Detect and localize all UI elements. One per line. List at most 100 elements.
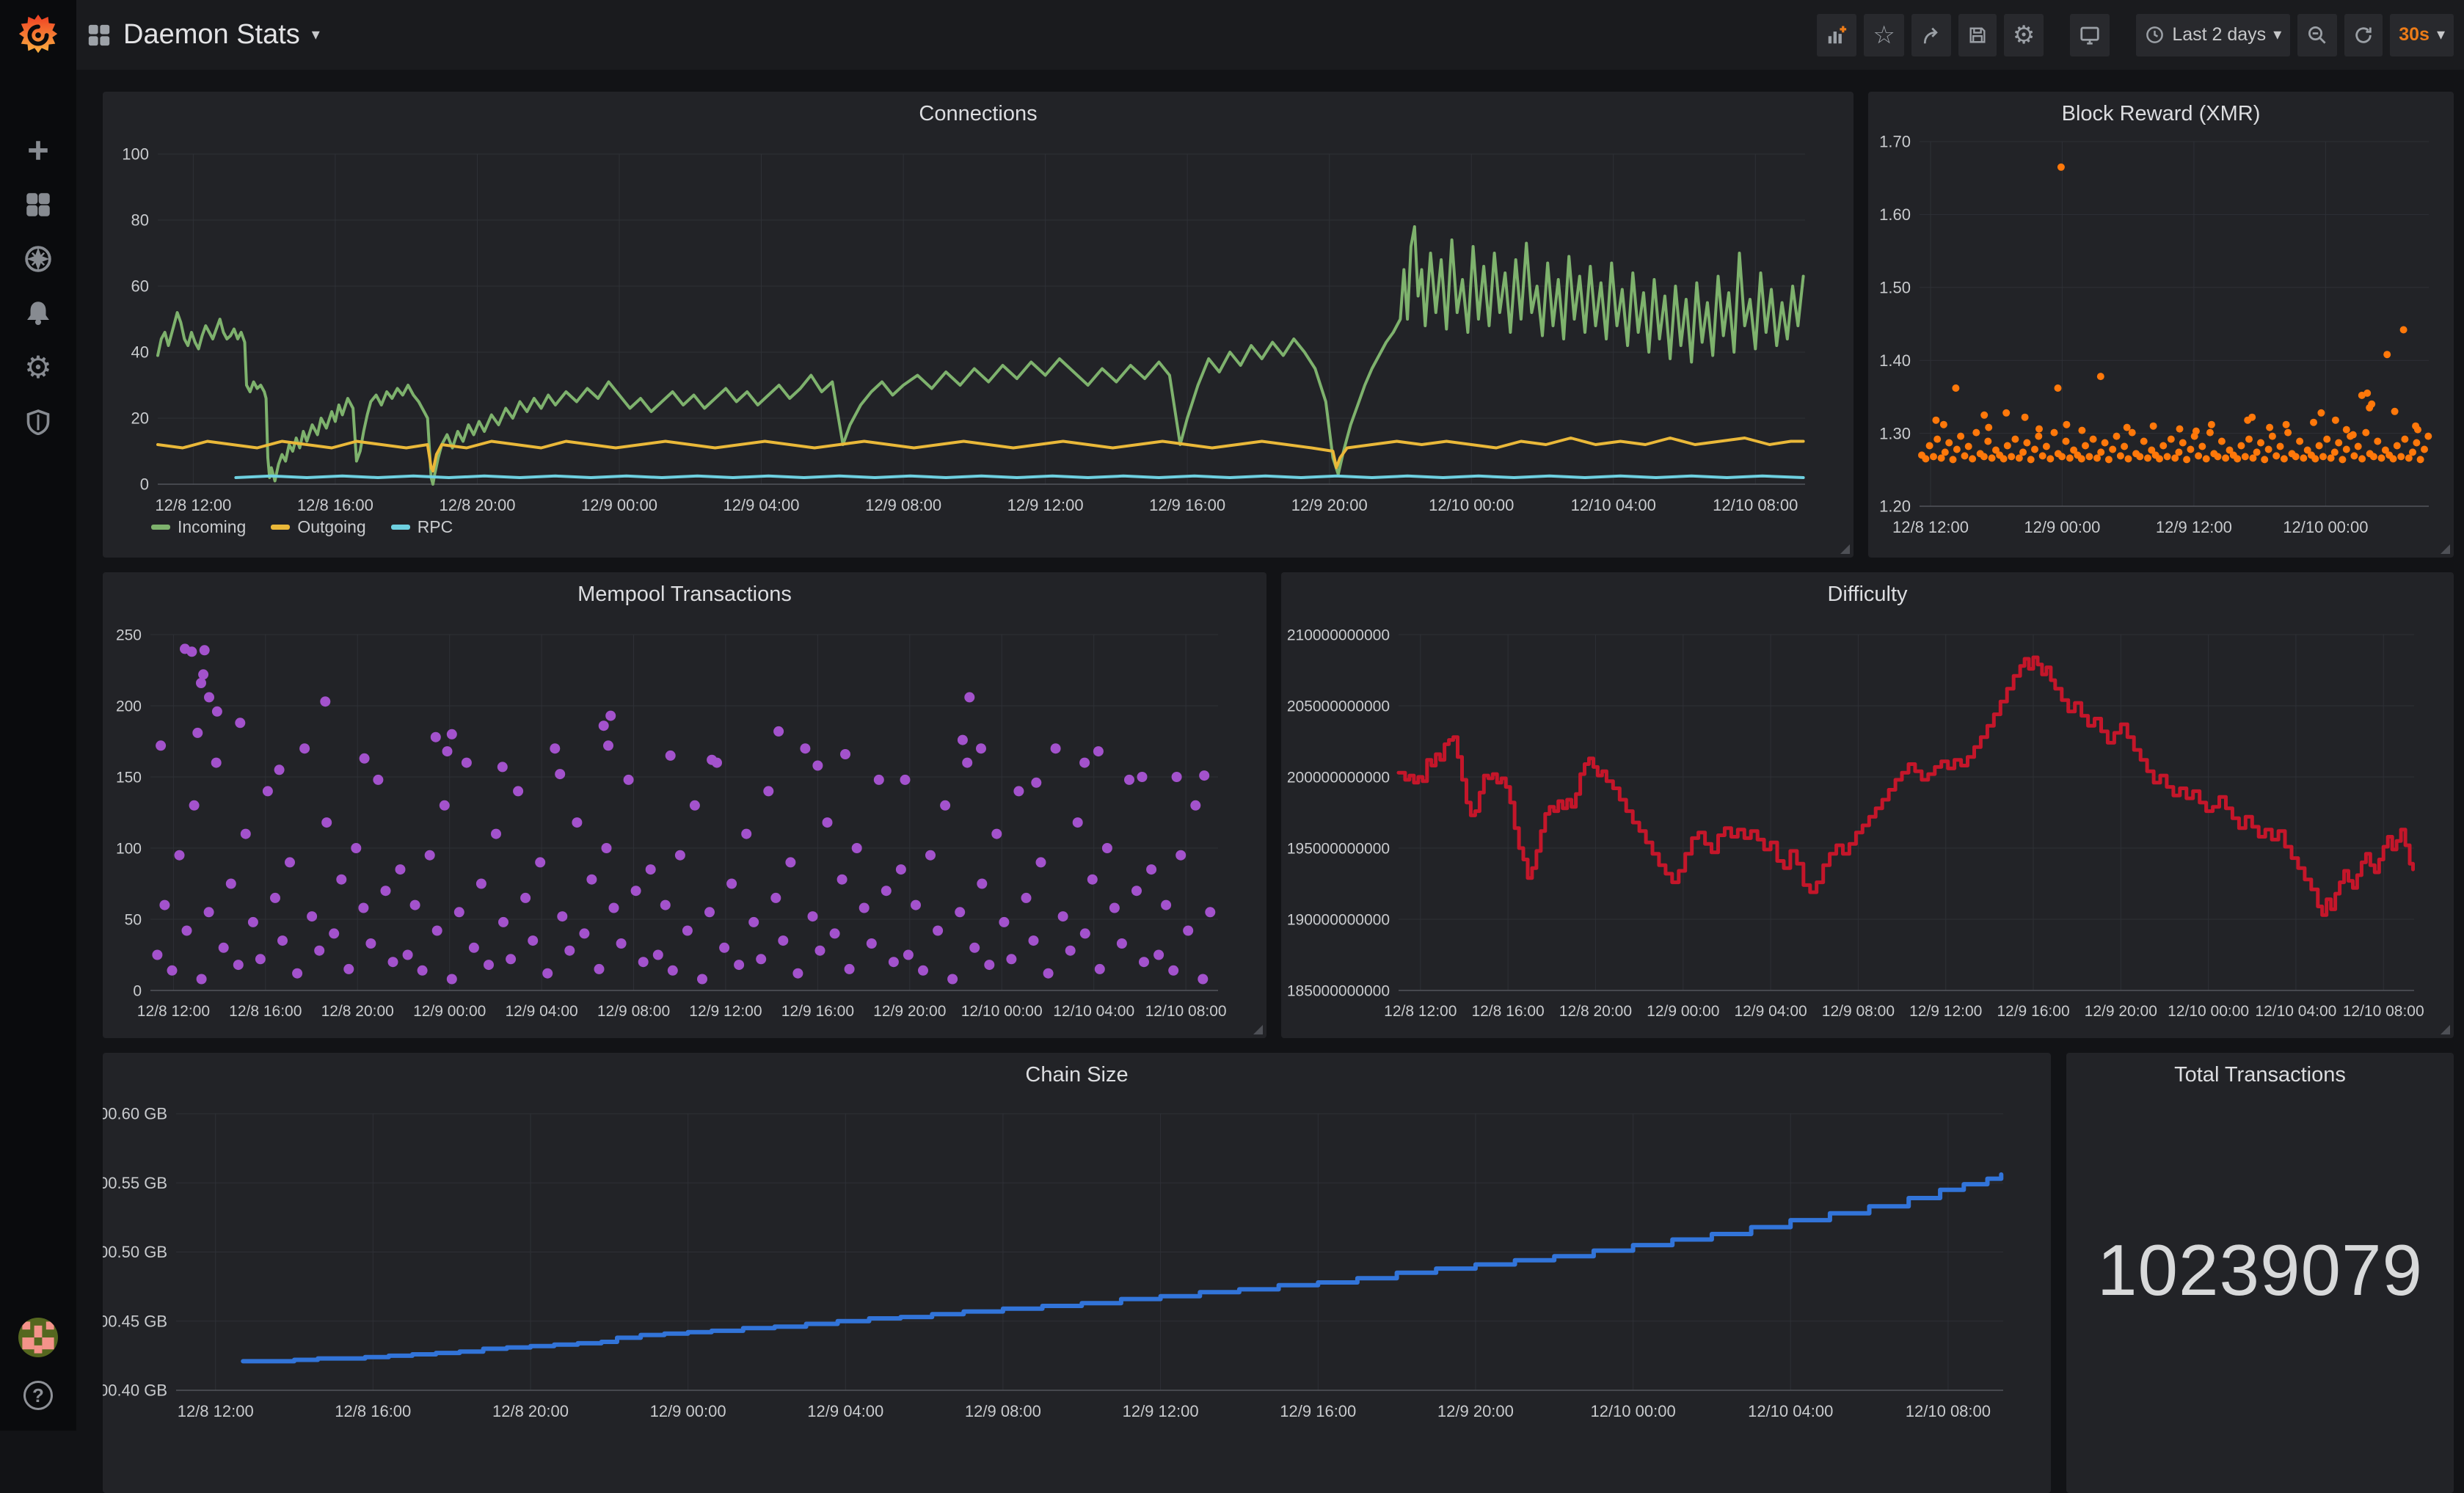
svg-text:100: 100 xyxy=(116,840,142,857)
gridlines xyxy=(150,635,1218,990)
panel-title[interactable]: Block Reward (XMR) xyxy=(1868,102,2454,126)
svg-text:0: 0 xyxy=(133,982,142,999)
svg-text:12/10 00:00: 12/10 00:00 xyxy=(2283,518,2368,536)
graph-legend: Incoming Outgoing RPC xyxy=(151,517,453,537)
svg-text:12/9 08:00: 12/9 08:00 xyxy=(597,1003,670,1020)
series-incoming xyxy=(158,227,1804,484)
toolbar: ☆ ⚙ Last 2 days ▾ xyxy=(1817,14,2454,56)
legend-item-rpc[interactable]: RPC xyxy=(391,517,453,537)
time-range-picker[interactable]: Last 2 days ▾ xyxy=(2136,14,2290,56)
settings-gear-icon: ⚙ xyxy=(2013,23,2035,48)
svg-text:12/10 00:00: 12/10 00:00 xyxy=(961,1003,1043,1020)
axis-tick-labels: 12/8 12:0012/8 16:0012/8 20:0012/9 00:00… xyxy=(122,145,1798,514)
svg-text:12/8 20:00: 12/8 20:00 xyxy=(321,1003,394,1020)
svg-text:12/9 12:00: 12/9 12:00 xyxy=(689,1003,762,1020)
sidebar-item-server-admin[interactable] xyxy=(0,395,76,449)
share-dashboard-button[interactable] xyxy=(1911,14,1951,56)
user-avatar[interactable] xyxy=(18,1318,58,1357)
svg-text:12/10 00:00: 12/10 00:00 xyxy=(1590,1402,1675,1420)
svg-text:12/9 00:00: 12/9 00:00 xyxy=(1647,1003,1719,1020)
sidebar-item-create[interactable] xyxy=(0,123,76,178)
svg-text:12/9 16:00: 12/9 16:00 xyxy=(1280,1402,1356,1420)
add-panel-button[interactable] xyxy=(1817,14,1856,56)
svg-text:12/8 12:00: 12/8 12:00 xyxy=(155,496,231,514)
save-icon xyxy=(1967,25,1988,45)
svg-text:12/10 04:00: 12/10 04:00 xyxy=(1571,496,1656,514)
svg-text:250: 250 xyxy=(116,627,142,643)
svg-text:12/9 04:00: 12/9 04:00 xyxy=(807,1402,883,1420)
dashboard-title-button[interactable]: Daemon Stats ▾ xyxy=(87,19,320,51)
svg-text:12/9 12:00: 12/9 12:00 xyxy=(1007,496,1084,514)
svg-text:100: 100 xyxy=(122,145,149,164)
svg-text:12/9 20:00: 12/9 20:00 xyxy=(1437,1402,1514,1420)
chevron-down-icon: ▾ xyxy=(2273,26,2281,44)
cycle-view-mode-button[interactable] xyxy=(2070,14,2110,56)
svg-text:20: 20 xyxy=(131,409,149,428)
refresh-interval-picker[interactable]: 30s ▾ xyxy=(2390,14,2454,56)
gear-icon: ⚙ xyxy=(24,352,52,383)
series-mempool xyxy=(152,643,1215,984)
sidebar-nav: ⚙ xyxy=(0,123,76,449)
dashboard-grid-icon xyxy=(87,23,112,48)
bell-icon xyxy=(25,300,51,326)
grafana-flame-icon xyxy=(15,12,61,58)
compass-icon xyxy=(24,245,52,273)
connections-graph[interactable]: 12/8 12:0012/8 16:0012/8 20:0012/9 00:00… xyxy=(103,92,1854,558)
sidebar-footer: ? xyxy=(0,1318,76,1410)
svg-text:12/9 16:00: 12/9 16:00 xyxy=(781,1003,854,1020)
share-icon xyxy=(1920,24,1942,46)
legend-item-incoming[interactable]: Incoming xyxy=(151,517,246,537)
svg-text:205000000000: 205000000000 xyxy=(1287,698,1390,715)
sidebar-item-configuration[interactable]: ⚙ xyxy=(0,340,76,395)
svg-text:100.50 GB: 100.50 GB xyxy=(103,1243,167,1261)
panel-title[interactable]: Difficulty xyxy=(1281,583,2454,607)
sidebar-item-dashboards[interactable] xyxy=(0,178,76,232)
dashboard-settings-button[interactable]: ⚙ xyxy=(2004,14,2044,56)
svg-text:100.55 GB: 100.55 GB xyxy=(103,1174,167,1192)
panel-title[interactable]: Connections xyxy=(103,102,1854,126)
refresh-interval-label: 30s xyxy=(2399,24,2430,45)
save-dashboard-button[interactable] xyxy=(1958,14,1997,56)
zoom-out-time-button[interactable] xyxy=(2297,14,2337,56)
legend-label: Outgoing xyxy=(297,517,365,537)
svg-text:12/8 20:00: 12/8 20:00 xyxy=(440,496,516,514)
axis-tick-labels: 12/8 12:0012/8 16:0012/8 20:0012/9 00:00… xyxy=(103,1105,1991,1420)
panel-title[interactable]: Chain Size xyxy=(103,1063,2051,1087)
svg-text:12/10 08:00: 12/10 08:00 xyxy=(1906,1402,1991,1420)
svg-text:12/9 16:00: 12/9 16:00 xyxy=(1149,496,1225,514)
sidebar-item-alerting[interactable] xyxy=(0,286,76,340)
panel-title[interactable]: Total Transactions xyxy=(2066,1063,2454,1087)
total-transactions-value: 10239079 xyxy=(2066,1229,2454,1312)
series-chain-size xyxy=(243,1175,2001,1362)
svg-text:1.60: 1.60 xyxy=(1879,205,1911,224)
mempool-graph[interactable]: 12/8 12:0012/8 16:0012/8 20:0012/9 00:00… xyxy=(103,572,1266,1038)
svg-text:12/9 04:00: 12/9 04:00 xyxy=(505,1003,577,1020)
refresh-button[interactable] xyxy=(2344,14,2383,56)
svg-text:12/9 20:00: 12/9 20:00 xyxy=(873,1003,946,1020)
block-reward-graph[interactable]: 12/8 12:0012/9 00:0012/9 12:0012/10 00:0… xyxy=(1868,92,2454,558)
legend-item-outgoing[interactable]: Outgoing xyxy=(271,517,365,537)
page-title: Daemon Stats xyxy=(123,19,300,51)
mark-favorite-button[interactable]: ☆ xyxy=(1864,14,1903,56)
help-icon[interactable]: ? xyxy=(23,1381,53,1410)
sidebar: ⚙ ? xyxy=(0,0,76,1431)
difficulty-graph[interactable]: 12/8 12:0012/8 16:0012/8 20:0012/9 00:00… xyxy=(1281,572,2454,1038)
grafana-logo[interactable] xyxy=(0,0,76,70)
panel-difficulty: Difficulty 12/8 12:0012/8 16:0012/8 20:0… xyxy=(1281,572,2454,1038)
chain-size-graph[interactable]: 12/8 12:0012/8 16:0012/8 20:0012/9 00:00… xyxy=(103,1053,2051,1493)
svg-text:80: 80 xyxy=(131,211,149,230)
chevron-down-icon: ▾ xyxy=(2437,26,2445,44)
svg-text:12/9 12:00: 12/9 12:00 xyxy=(1123,1402,1199,1420)
svg-text:12/8 16:00: 12/8 16:00 xyxy=(229,1003,302,1020)
chevron-down-icon: ▾ xyxy=(312,26,320,44)
panel-total-transactions: Total Transactions 10239079 xyxy=(2066,1053,2454,1493)
dashboard-header: Daemon Stats ▾ ☆ ⚙ xyxy=(76,0,2464,70)
svg-text:150: 150 xyxy=(116,769,142,786)
svg-text:12/9 20:00: 12/9 20:00 xyxy=(2085,1003,2157,1020)
svg-text:12/9 00:00: 12/9 00:00 xyxy=(2024,518,2100,536)
svg-text:210000000000: 210000000000 xyxy=(1287,627,1390,643)
svg-text:12/9 00:00: 12/9 00:00 xyxy=(581,496,657,514)
svg-text:12/9 04:00: 12/9 04:00 xyxy=(1734,1003,1807,1020)
panel-title[interactable]: Mempool Transactions xyxy=(103,583,1266,607)
sidebar-item-explore[interactable] xyxy=(0,232,76,286)
